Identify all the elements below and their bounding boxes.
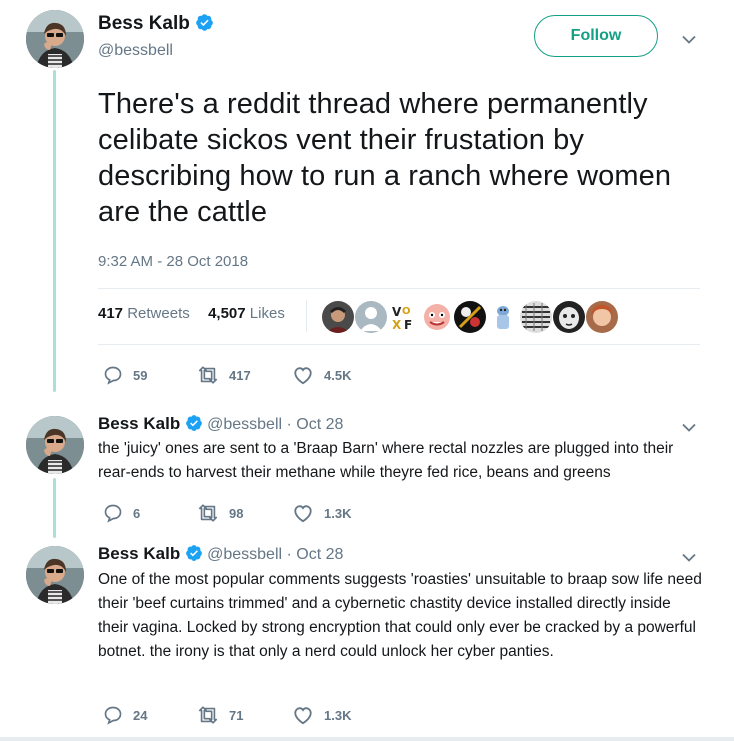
liker-avatar[interactable]: [453, 300, 487, 334]
verified-icon: [196, 14, 213, 31]
svg-text:X: X: [392, 318, 402, 332]
engagement-stats: 417 Retweets 4,507 Likes: [98, 305, 285, 322]
retweet-icon: [198, 504, 218, 522]
reply-header: Bess Kalb @bessbell · Oct 28: [98, 414, 343, 434]
heart-icon: [294, 707, 312, 725]
like-action[interactable]: 1.3K: [292, 705, 351, 725]
divider: [98, 288, 700, 289]
likes-label: Likes: [249, 305, 285, 322]
divider: [306, 300, 307, 332]
verified-icon: [185, 415, 202, 431]
avatar[interactable]: [26, 546, 84, 604]
liker-avatars: VOXF: [321, 300, 619, 334]
tweet-text: There's a reddit thread where permanentl…: [98, 88, 672, 228]
liker-avatar[interactable]: [519, 300, 553, 334]
likes-count: 4,507: [208, 305, 246, 322]
svg-text:V: V: [392, 305, 402, 319]
heart-icon: [294, 505, 312, 523]
retweet-action[interactable]: 98: [197, 503, 243, 523]
reply-count: 6: [133, 505, 141, 521]
retweet-action[interactable]: 71: [197, 705, 243, 725]
avatar[interactable]: [26, 10, 84, 68]
tweet-date[interactable]: · Oct 28: [287, 416, 344, 433]
like-count: 1.3K: [324, 707, 352, 723]
like-count: 1.3K: [324, 505, 352, 521]
tweet-text: One of the most popular comments suggest…: [98, 571, 702, 660]
author-handle[interactable]: @bessbell: [207, 546, 282, 563]
liker-avatar[interactable]: [552, 300, 586, 334]
reply-action[interactable]: 59: [103, 365, 147, 385]
verified-icon: [185, 545, 202, 561]
retweet-count: 98: [229, 505, 244, 521]
reply-count: 59: [133, 367, 148, 383]
author-name[interactable]: Bess Kalb: [98, 544, 180, 563]
likes-stat[interactable]: 4,507 Likes: [208, 305, 285, 322]
liker-avatar[interactable]: [585, 300, 619, 334]
liker-avatar[interactable]: [420, 300, 454, 334]
author-handle[interactable]: @bessbell: [207, 416, 282, 433]
svg-text:F: F: [404, 318, 412, 332]
heart-icon: [294, 367, 312, 385]
timestamp[interactable]: 9:32 AM - 28 Oct 2018: [98, 253, 248, 270]
retweet-action[interactable]: 417: [197, 365, 251, 385]
liker-avatar[interactable]: [354, 300, 388, 334]
chevron-down-icon[interactable]: [682, 423, 696, 432]
liker-avatar[interactable]: [486, 300, 520, 334]
reply-header: Bess Kalb @bessbell · Oct 28: [98, 544, 343, 564]
like-action[interactable]: 4.5K: [292, 365, 351, 385]
retweets-stat[interactable]: 417 Retweets: [98, 305, 190, 322]
divider: [98, 344, 700, 345]
svg-text:O: O: [402, 306, 411, 317]
like-count: 4.5K: [324, 367, 352, 383]
author-handle[interactable]: @bessbell: [98, 42, 173, 60]
retweets-count: 417: [98, 305, 124, 322]
chevron-down-icon[interactable]: [682, 553, 696, 562]
reply-count: 24: [133, 707, 148, 723]
reply-action[interactable]: 6: [103, 503, 140, 523]
chevron-down-icon[interactable]: [682, 35, 696, 44]
author-name[interactable]: Bess Kalb: [98, 414, 180, 433]
liker-avatar[interactable]: [321, 300, 355, 334]
reply-icon: [104, 504, 122, 523]
retweet-icon: [198, 706, 218, 724]
bottom-divider: [0, 737, 734, 741]
reply-icon: [104, 366, 122, 385]
liker-avatar[interactable]: VOXF: [387, 300, 421, 334]
retweet-icon: [198, 366, 218, 384]
author-name-text[interactable]: Bess Kalb: [98, 13, 190, 34]
avatar[interactable]: [26, 416, 84, 474]
thread-line: [53, 70, 56, 392]
retweet-count: 71: [229, 707, 244, 723]
follow-button[interactable]: Follow: [534, 15, 658, 57]
reply-action[interactable]: 24: [103, 705, 147, 725]
retweets-label: Retweets: [127, 305, 190, 322]
like-action[interactable]: 1.3K: [292, 503, 351, 523]
tweet-text: the 'juicy' ones are sent to a 'Braap Ba…: [98, 440, 674, 481]
reply-icon: [104, 706, 122, 725]
retweet-count: 417: [229, 367, 251, 383]
author-name[interactable]: Bess Kalb: [98, 13, 214, 35]
thread-line: [53, 478, 56, 538]
tweet-date[interactable]: · Oct 28: [287, 546, 344, 563]
